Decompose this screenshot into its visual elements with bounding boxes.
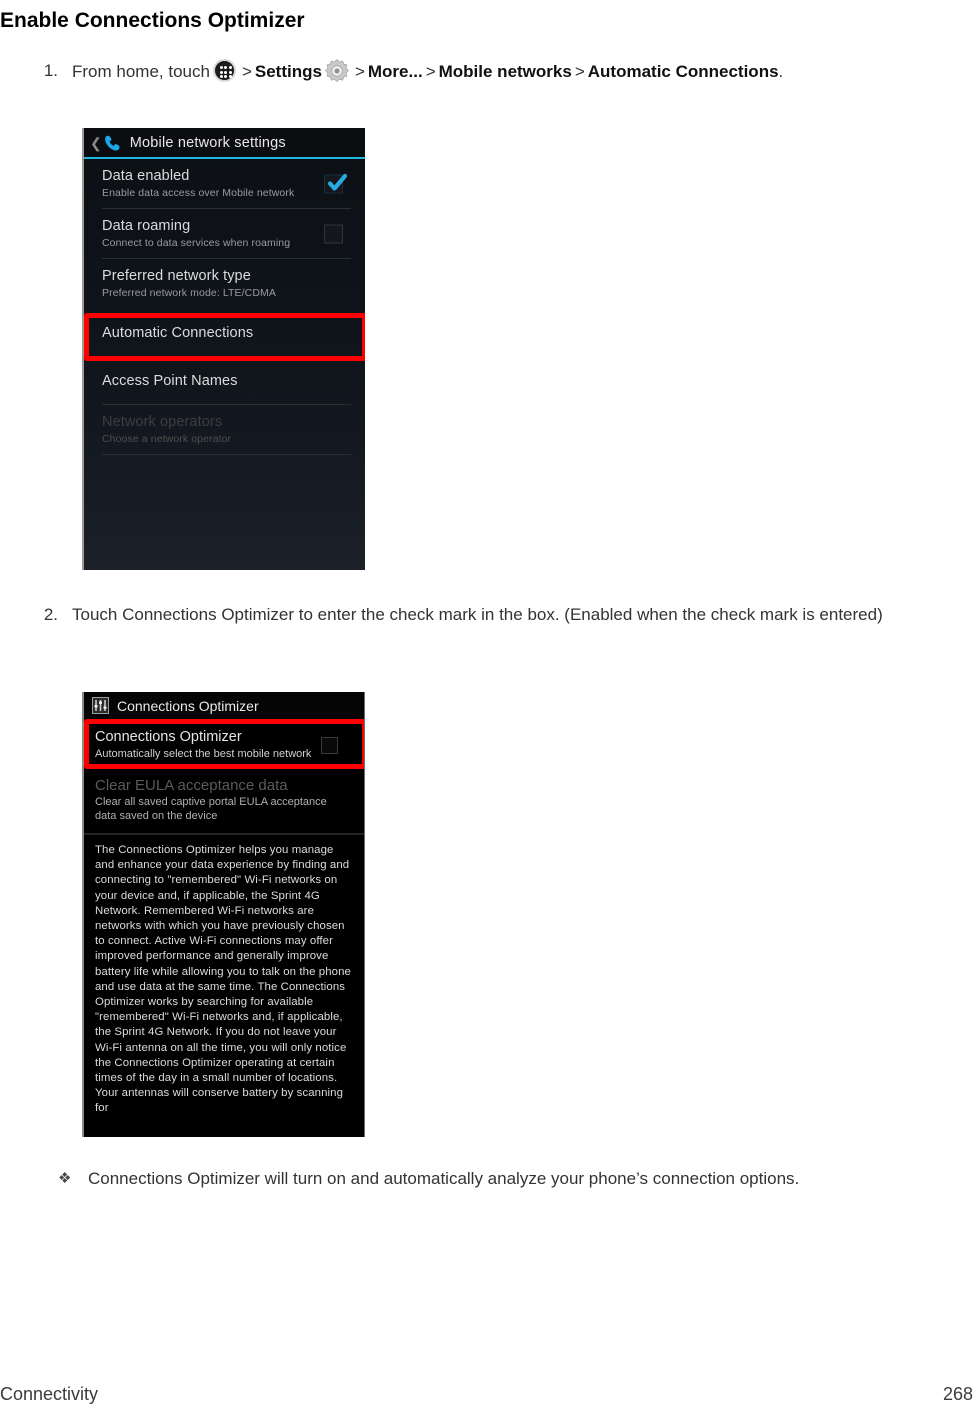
step-1-sep-4: >	[574, 62, 585, 81]
footer-page-number: 268	[942, 1384, 973, 1404]
co-description: The Connections Optimizer helps you mana…	[95, 844, 351, 1115]
screenshot-connections-optimizer: Connections Optimizer Connections Optimi…	[82, 692, 365, 1137]
mns-row-title: Data enabled	[102, 168, 190, 184]
more-label: More...	[367, 62, 423, 81]
note-connections-optimizer: ❖ Connections Optimizer will turn on and…	[30, 1166, 970, 1192]
note-bullet-icon: ❖	[58, 1170, 72, 1187]
step-2-number: 2.	[43, 605, 58, 624]
mns-row-data-roaming[interactable]: Data roaming Connect to data services wh…	[84, 209, 365, 258]
mns-row-network-operators: Network operators Choose a network opera…	[84, 405, 365, 454]
mns-title-bar: ❮ Mobile network settings	[84, 128, 365, 159]
step-1: 1. From home, touch > Settings > More... > M…	[30, 58, 970, 85]
mns-row-preferred-network-type[interactable]: Preferred network type Preferred network…	[84, 259, 365, 308]
mns-row-title: Network operators	[102, 414, 223, 430]
mns-row-title: Access Point Names	[102, 373, 238, 389]
co-row-subtitle: Clear all saved captive portal EULA acce…	[95, 796, 327, 822]
co-row-clear-eula: Clear EULA acceptance data Clear all sav…	[84, 770, 364, 829]
mns-row-title: Data roaming	[102, 218, 191, 234]
mns-row-automatic-connections[interactable]: Automatic Connections	[84, 308, 365, 358]
step-1-number: 1.	[43, 61, 58, 80]
screenshot-mobile-network-settings: ❮ Mobile network settings Data enabled E…	[82, 128, 365, 570]
apps-grid-icon[interactable]	[212, 59, 236, 82]
gear-icon[interactable]	[324, 58, 350, 84]
note-text: Connections Optimizer will turn on and a…	[88, 1169, 800, 1188]
step-2: 2. Touch Connections Optimizer to enter …	[30, 602, 973, 628]
co-title-bar: Connections Optimizer	[84, 692, 364, 719]
step-1-period: .	[778, 62, 784, 81]
back-chevron-icon[interactable]: ❮	[90, 136, 102, 150]
footer: Connectivity 268	[0, 1384, 973, 1405]
step-1-sep-3: >	[425, 62, 436, 81]
step-1-text: From home, touch > Settings > More... > Mobi…	[72, 58, 783, 85]
divider	[102, 454, 351, 455]
page-title: Enable Connections Optimizer	[0, 9, 305, 33]
mns-row-access-point-names[interactable]: Access Point Names	[84, 358, 365, 404]
step-1-lead: From home, touch	[72, 62, 210, 81]
step-2-text: Touch Connections Optimizer to enter the…	[72, 605, 883, 624]
mns-row-data-enabled[interactable]: Data enabled Enable data access over Mob…	[84, 159, 365, 208]
settings-label: Settings	[254, 62, 322, 81]
mns-row-subtitle: Enable data access over Mobile network	[102, 187, 295, 199]
mns-row-title: Preferred network type	[102, 268, 251, 284]
connections-optimizer-checkbox[interactable]	[321, 737, 338, 754]
mns-row-subtitle: Connect to data services when roaming	[102, 237, 291, 249]
step-1-sep-2: >	[354, 62, 365, 81]
mns-header-title: Mobile network settings	[129, 134, 286, 151]
co-row-title: Clear EULA acceptance data	[95, 777, 288, 794]
data-enabled-checkbox[interactable]	[324, 173, 348, 193]
footer-section: Connectivity	[0, 1384, 99, 1404]
mns-list: Data enabled Enable data access over Mob…	[84, 159, 365, 455]
step-1-sep-1: >	[241, 62, 252, 81]
co-header-title: Connections Optimizer	[117, 697, 259, 714]
co-row-connections-optimizer[interactable]: Connections Optimizer Automatically sele…	[84, 719, 364, 770]
co-row-subtitle: Automatically select the best mobile net…	[95, 748, 312, 760]
phone-handset-icon	[103, 134, 123, 152]
mns-row-subtitle: Preferred network mode: LTE/CDMA	[102, 287, 276, 299]
automatic-connections-label: Automatic Connections	[587, 62, 779, 81]
mns-row-title: Automatic Connections	[102, 325, 254, 341]
data-roaming-checkbox[interactable]	[324, 224, 343, 243]
co-row-title: Connections Optimizer	[95, 729, 242, 745]
mns-row-subtitle: Choose a network operator	[102, 433, 232, 445]
mobile-networks-label: Mobile networks	[438, 62, 572, 81]
sliders-icon	[92, 697, 109, 714]
